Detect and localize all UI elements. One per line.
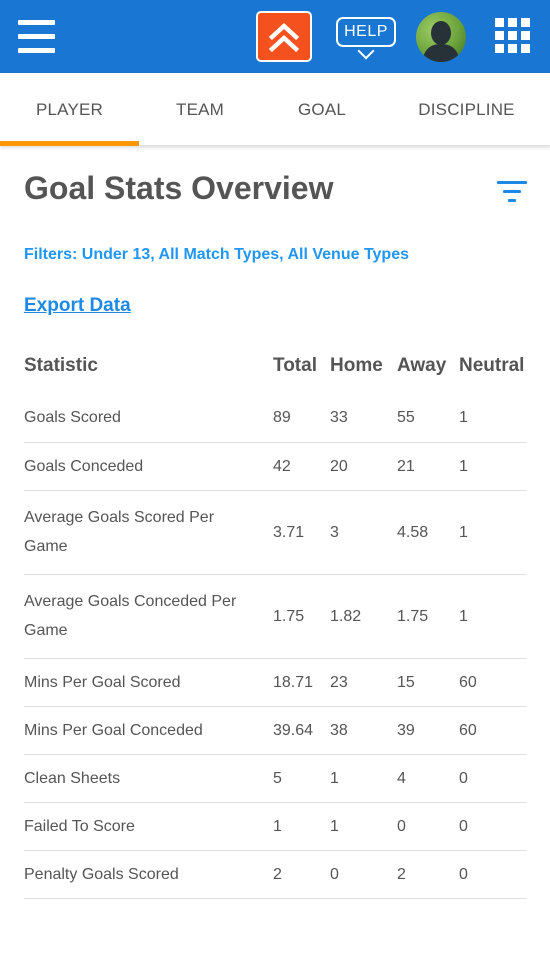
statistic-name: Goals Conceded [24, 442, 273, 491]
home-value: 23 [330, 658, 397, 707]
total-value: 89 [273, 394, 330, 443]
home-value: 20 [330, 442, 397, 491]
page-title: Goal Stats Overview [24, 170, 334, 206]
statistic-name: Average Goals Scored Per Game [24, 490, 273, 575]
statistic-name: Failed To Score [24, 802, 273, 851]
neutral-value: 0 [459, 754, 527, 803]
avatar[interactable] [416, 12, 466, 62]
hamburger-menu-icon[interactable] [18, 20, 55, 54]
table-row: Average Goals Conceded Per Game 1.75 1.8… [24, 574, 527, 659]
app-header: HELP [0, 0, 550, 73]
apps-grid-icon[interactable] [495, 18, 531, 54]
home-value: 3 [330, 490, 397, 575]
statistic-name: Mins Per Goal Conceded [24, 706, 273, 755]
help-button[interactable]: HELP [336, 17, 396, 60]
tab-player[interactable]: PLAYER [0, 73, 139, 146]
away-value: 55 [397, 394, 459, 443]
neutral-value: 60 [459, 706, 527, 755]
header-away: Away [397, 355, 447, 376]
total-value: 2 [273, 850, 330, 899]
home-value: 0 [330, 850, 397, 899]
tab-bar: PLAYER TEAM GOAL DISCIPLINE [0, 73, 550, 146]
header-total: Total [273, 355, 317, 376]
statistic-name: Goals Scored [24, 394, 273, 443]
table-row: Mins Per Goal Conceded 39.64 38 39 60 [24, 706, 527, 755]
total-value: 18.71 [273, 658, 330, 707]
tab-discipline[interactable]: DISCIPLINE [383, 73, 550, 146]
neutral-value: 1 [459, 394, 527, 443]
away-value: 2 [397, 850, 459, 899]
total-value: 3.71 [273, 490, 330, 575]
home-value: 1 [330, 754, 397, 803]
neutral-value: 1 [459, 442, 527, 491]
neutral-value: 60 [459, 658, 527, 707]
header-neutral: Neutral [459, 355, 525, 376]
export-data-link[interactable]: Export Data [24, 295, 131, 317]
double-chevron-up-icon [268, 22, 300, 52]
home-value: 1.82 [330, 574, 397, 659]
statistic-name: Clean Sheets [24, 754, 273, 803]
statistic-name: Mins Per Goal Scored [24, 658, 273, 707]
table-row: Mins Per Goal Scored 18.71 23 15 60 [24, 658, 527, 707]
total-value: 42 [273, 442, 330, 491]
neutral-value: 0 [459, 802, 527, 851]
help-label: HELP [336, 17, 396, 47]
table-row: Goals Scored 89 33 55 1 [24, 394, 527, 443]
away-value: 21 [397, 442, 459, 491]
table-header-row: Statistic Total Home Away Neutral [24, 338, 527, 394]
user-avatar-icon [422, 21, 460, 62]
filter-icon[interactable] [497, 181, 527, 203]
tab-goal[interactable]: GOAL [261, 73, 383, 146]
total-value: 5 [273, 754, 330, 803]
away-value: 4.58 [397, 490, 459, 575]
neutral-value: 1 [459, 574, 527, 659]
away-value: 0 [397, 802, 459, 851]
filters-summary: Filters: Under 13, All Match Types, All … [24, 246, 409, 263]
home-value: 33 [330, 394, 397, 443]
total-value: 39.64 [273, 706, 330, 755]
total-value: 1 [273, 802, 330, 851]
tab-team[interactable]: TEAM [139, 73, 261, 146]
header-home: Home [330, 355, 383, 376]
table-row: Clean Sheets 5 1 4 0 [24, 754, 527, 803]
neutral-value: 1 [459, 490, 527, 575]
home-value: 38 [330, 706, 397, 755]
away-value: 15 [397, 658, 459, 707]
away-value: 1.75 [397, 574, 459, 659]
table-row: Penalty Goals Scored 2 0 2 0 [24, 850, 527, 899]
table-row: Failed To Score 1 1 0 0 [24, 802, 527, 851]
goal-stats-table: Statistic Total Home Away Neutral Goals … [24, 338, 527, 899]
table-row: Average Goals Scored Per Game 3.71 3 4.5… [24, 490, 527, 575]
away-value: 39 [397, 706, 459, 755]
total-value: 1.75 [273, 574, 330, 659]
header-statistic: Statistic [24, 355, 98, 376]
away-value: 4 [397, 754, 459, 803]
neutral-value: 0 [459, 850, 527, 899]
statistic-name: Average Goals Conceded Per Game [24, 574, 273, 659]
table-row: Goals Conceded 42 20 21 1 [24, 442, 527, 491]
statistic-name: Penalty Goals Scored [24, 850, 273, 899]
logo-button[interactable] [256, 11, 312, 62]
home-value: 1 [330, 802, 397, 851]
